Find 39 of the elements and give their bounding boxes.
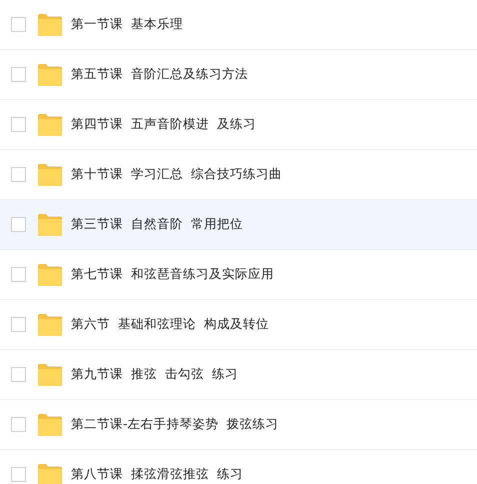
folder-name: 第四节课 五声音阶模进 及练习 (71, 116, 256, 133)
folder-icon (38, 14, 62, 36)
checkbox[interactable] (11, 417, 26, 432)
folder-name: 第三节课 自然音阶 常用把位 (71, 216, 243, 233)
folder-icon (38, 314, 62, 336)
folder-name: 第六节 基础和弦理论 构成及转位 (71, 316, 269, 333)
folder-row[interactable]: 第七节课 和弦琶音练习及实际应用 (0, 250, 477, 300)
checkbox[interactable] (11, 67, 26, 82)
folder-name: 第七节课 和弦琶音练习及实际应用 (71, 266, 274, 283)
folder-row[interactable]: 第三节课 自然音阶 常用把位 (0, 200, 477, 250)
folder-name: 第八节课 揉弦滑弦推弦 练习 (71, 466, 243, 483)
folder-row[interactable]: 第五节课 音阶汇总及练习方法 (0, 50, 477, 100)
folder-icon (38, 114, 62, 136)
checkbox[interactable] (11, 367, 26, 382)
checkbox[interactable] (11, 467, 26, 482)
folder-icon (38, 164, 62, 186)
folder-icon (38, 464, 62, 484)
checkbox[interactable] (11, 167, 26, 182)
checkbox[interactable] (11, 117, 26, 132)
checkbox[interactable] (11, 217, 26, 232)
folder-name: 第五节课 音阶汇总及练习方法 (71, 66, 248, 83)
folder-icon (38, 264, 62, 286)
folder-name: 第一节课 基本乐理 (71, 16, 183, 33)
folder-row[interactable]: 第九节课 推弦 击勾弦 练习 (0, 350, 477, 400)
folder-name: 第十节课 学习汇总 综合技巧练习曲 (71, 166, 282, 183)
checkbox[interactable] (11, 317, 26, 332)
folder-icon (38, 364, 62, 386)
folder-row[interactable]: 第二节课-左右手持琴姿势 拨弦练习 (0, 400, 477, 450)
checkbox[interactable] (11, 17, 26, 32)
folder-row[interactable]: 第一节课 基本乐理 (0, 0, 477, 50)
folder-row[interactable]: 第六节 基础和弦理论 构成及转位 (0, 300, 477, 350)
folder-row[interactable]: 第八节课 揉弦滑弦推弦 练习 (0, 450, 477, 484)
folder-icon (38, 214, 62, 236)
folder-name: 第九节课 推弦 击勾弦 练习 (71, 366, 238, 383)
folder-icon (38, 414, 62, 436)
folder-row[interactable]: 第四节课 五声音阶模进 及练习 (0, 100, 477, 150)
checkbox[interactable] (11, 267, 26, 282)
folder-name: 第二节课-左右手持琴姿势 拨弦练习 (71, 416, 278, 433)
folder-icon (38, 64, 62, 86)
